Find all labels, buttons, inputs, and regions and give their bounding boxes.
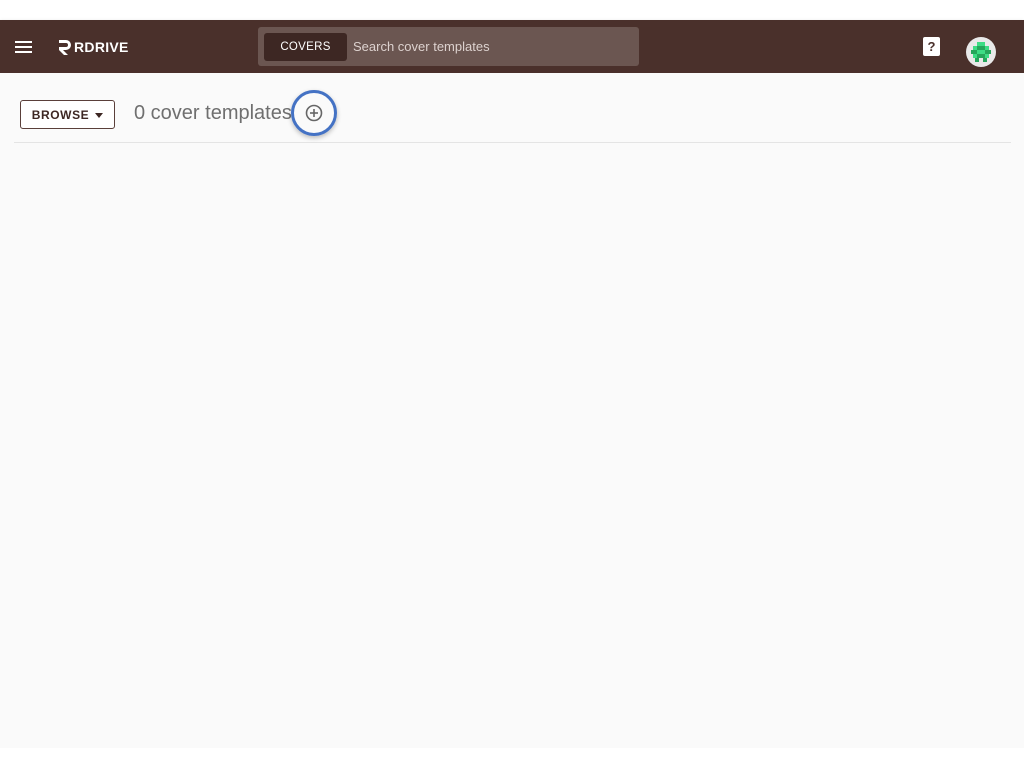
main-content: BROWSE 0 cover templates	[0, 73, 1024, 748]
help-button[interactable]: ?	[923, 37, 940, 56]
app-header: RDRIVE COVERS ?	[0, 20, 1024, 73]
caret-down-icon	[95, 112, 104, 118]
add-template-button[interactable]	[291, 90, 337, 136]
hamburger-menu-icon	[15, 41, 32, 53]
browse-dropdown-button[interactable]: BROWSE	[20, 100, 115, 129]
search-scope-button[interactable]: COVERS	[264, 32, 347, 61]
content-toolbar: BROWSE 0 cover templates	[14, 73, 1011, 143]
logo-mark-icon	[59, 40, 71, 55]
app-logo[interactable]: RDRIVE	[56, 35, 129, 59]
help-icon: ?	[927, 39, 936, 54]
avatar-identicon[interactable]	[966, 37, 996, 67]
search-bar: COVERS	[258, 27, 639, 66]
page: RDRIVE COVERS ? BROWSE	[0, 0, 1024, 768]
logo-text: RDRIVE	[74, 39, 129, 55]
browse-label: BROWSE	[31, 107, 90, 122]
search-input[interactable]	[353, 32, 639, 61]
add-circle-icon	[305, 104, 323, 122]
page-title: 0 cover templates	[134, 102, 292, 124]
menu-button[interactable]	[12, 35, 36, 59]
